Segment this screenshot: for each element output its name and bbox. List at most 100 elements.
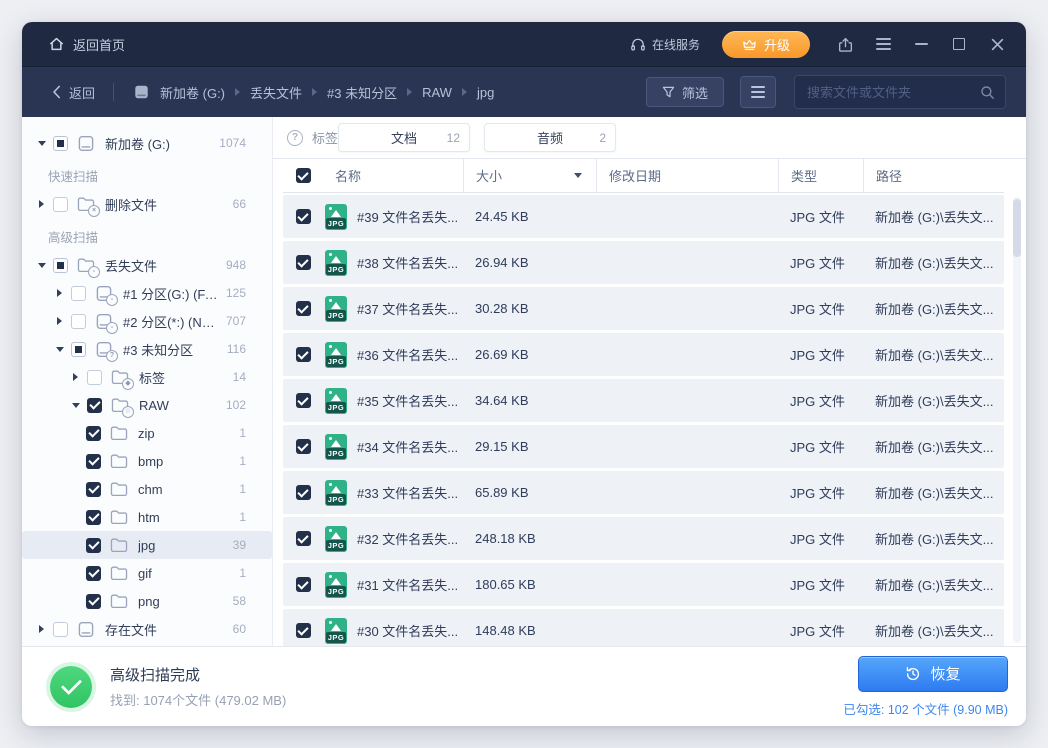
- tree-checkbox[interactable]: [87, 398, 102, 413]
- table-row[interactable]: JPG#35 文件名丢失... 34.64 KB JPG 文件 新加卷 (G:)…: [283, 379, 1004, 422]
- column-header-path[interactable]: 路径: [863, 159, 1004, 192]
- tree-checkbox[interactable]: [53, 136, 68, 151]
- tree-item-htm[interactable]: htm 1: [22, 503, 272, 531]
- column-header-modified[interactable]: 修改日期: [596, 159, 778, 192]
- column-header-type[interactable]: 类型: [778, 159, 863, 192]
- expand-arrow-icon[interactable]: [52, 289, 67, 297]
- tree-item-partition-3-unknown[interactable]: ? #3 未知分区 116: [22, 335, 272, 363]
- tree-checkbox[interactable]: [53, 258, 68, 273]
- expand-arrow-icon[interactable]: [34, 200, 49, 208]
- minimize-button[interactable]: [912, 35, 930, 53]
- recover-button[interactable]: 恢复: [858, 656, 1008, 692]
- tag-chip-docs[interactable]: 文档 12: [338, 123, 470, 152]
- select-all-checkbox[interactable]: [296, 168, 311, 183]
- row-checkbox[interactable]: [296, 485, 311, 500]
- tree-checkbox[interactable]: [86, 482, 101, 497]
- row-checkbox[interactable]: [296, 577, 311, 592]
- app-window: 返回首页 在线服务: [22, 22, 1026, 726]
- expand-arrow-icon[interactable]: [34, 263, 49, 268]
- table-row[interactable]: JPG#30 文件名丢失... 148.48 KB JPG 文件 新加卷 (G:…: [283, 609, 1004, 646]
- expand-arrow-icon[interactable]: [34, 141, 49, 146]
- expand-arrow-icon[interactable]: [34, 625, 49, 633]
- table-row[interactable]: JPG#38 文件名丢失... 26.94 KB JPG 文件 新加卷 (G:)…: [283, 241, 1004, 284]
- tree-item-partition-1[interactable]: - #1 分区(G:) (FAT) 125: [22, 279, 272, 307]
- tree-item-jpg[interactable]: jpg 39: [22, 531, 272, 559]
- row-checkbox[interactable]: [296, 347, 311, 362]
- column-header-name[interactable]: 名称: [323, 159, 463, 192]
- breadcrumb-item[interactable]: #3 未知分区: [327, 83, 397, 102]
- table-row[interactable]: JPG#32 文件名丢失... 248.18 KB JPG 文件 新加卷 (G:…: [283, 517, 1004, 560]
- tree-item-tags[interactable]: ◆ 标签 14: [22, 363, 272, 391]
- tree-item-gif[interactable]: gif 1: [22, 559, 272, 587]
- breadcrumb-item[interactable]: 新加卷 (G:): [160, 83, 225, 102]
- tree-item-lost-files[interactable]: - 丢失文件 948: [22, 251, 272, 279]
- share-upload-icon[interactable]: [836, 35, 854, 53]
- scrollbar-thumb[interactable]: [1013, 199, 1021, 257]
- help-icon[interactable]: [287, 130, 303, 146]
- tree-checkbox[interactable]: [86, 594, 101, 609]
- search-input[interactable]: [805, 84, 980, 101]
- tag-chip-audio[interactable]: 音频 2: [484, 123, 616, 152]
- row-checkbox[interactable]: [296, 301, 311, 316]
- tree-checkbox[interactable]: [87, 370, 102, 385]
- tree-item-deleted-files[interactable]: × 删除文件 66: [22, 190, 272, 218]
- filter-button[interactable]: 筛选: [646, 77, 724, 107]
- row-checkbox[interactable]: [296, 531, 311, 546]
- expand-arrow-icon[interactable]: [68, 403, 83, 408]
- table-row[interactable]: JPG#31 文件名丢失... 180.65 KB JPG 文件 新加卷 (G:…: [283, 563, 1004, 606]
- maximize-button[interactable]: [950, 35, 968, 53]
- tree-checkbox[interactable]: [86, 426, 101, 441]
- tree-item-bmp[interactable]: bmp 1: [22, 447, 272, 475]
- row-checkbox[interactable]: [296, 439, 311, 454]
- table-row[interactable]: JPG#36 文件名丢失... 26.69 KB JPG 文件 新加卷 (G:)…: [283, 333, 1004, 376]
- column-header-size[interactable]: 大小: [463, 159, 596, 192]
- view-list-button[interactable]: [740, 76, 776, 108]
- scrollbar-track[interactable]: [1013, 197, 1021, 643]
- folder-icon: [109, 509, 129, 526]
- row-checkbox[interactable]: [296, 623, 311, 638]
- tree-item-partition-2[interactable]: - #2 分区(*:) (NTF... 707: [22, 307, 272, 335]
- tree-checkbox[interactable]: [86, 510, 101, 525]
- online-service-label: 在线服务: [652, 36, 700, 53]
- upgrade-button[interactable]: 升级: [722, 31, 810, 58]
- tree-checkbox[interactable]: [86, 566, 101, 581]
- table-row[interactable]: JPG#33 文件名丢失... 65.89 KB JPG 文件 新加卷 (G:)…: [283, 471, 1004, 514]
- scan-status-text: 高级扫描完成: [110, 664, 286, 685]
- tree-checkbox[interactable]: [71, 314, 86, 329]
- table-row[interactable]: JPG#37 文件名丢失... 30.28 KB JPG 文件 新加卷 (G:)…: [283, 287, 1004, 330]
- tree-item-volume-g[interactable]: 新加卷 (G:) 1074: [22, 129, 272, 157]
- home-button[interactable]: 返回首页: [48, 35, 125, 54]
- tree-item-existing-files[interactable]: 存在文件 60: [22, 615, 272, 643]
- menu-icon[interactable]: [874, 35, 892, 53]
- online-service-button[interactable]: 在线服务: [630, 36, 700, 53]
- tree-checkbox[interactable]: [86, 454, 101, 469]
- tree-checkbox[interactable]: [53, 197, 68, 212]
- jpg-file-icon: JPG: [325, 388, 347, 414]
- table-row[interactable]: JPG#34 文件名丢失... 29.15 KB JPG 文件 新加卷 (G:)…: [283, 425, 1004, 468]
- tree-item-png[interactable]: png 58: [22, 587, 272, 615]
- tree-item-raw[interactable]: ☆ RAW 102: [22, 391, 272, 419]
- tree-item-zip[interactable]: zip 1: [22, 419, 272, 447]
- tree-checkbox[interactable]: [53, 622, 68, 637]
- expand-arrow-icon[interactable]: [68, 373, 83, 381]
- table-row[interactable]: JPG#39 文件名丢失... 24.45 KB JPG 文件 新加卷 (G:)…: [283, 195, 1004, 238]
- tree-item-chm[interactable]: chm 1: [22, 475, 272, 503]
- breadcrumb-item[interactable]: RAW: [422, 85, 452, 100]
- tree-checkbox[interactable]: [71, 286, 86, 301]
- found-info-text: 找到: 1074个文件 (479.02 MB): [110, 690, 286, 709]
- row-checkbox[interactable]: [296, 255, 311, 270]
- expand-arrow-icon[interactable]: [52, 317, 67, 325]
- headset-icon: [630, 37, 646, 52]
- close-button[interactable]: [988, 35, 1006, 53]
- breadcrumb-item-current[interactable]: jpg: [477, 85, 494, 100]
- row-checkbox[interactable]: [296, 393, 311, 408]
- tree-checkbox[interactable]: [71, 342, 86, 357]
- tree-checkbox[interactable]: [86, 538, 101, 553]
- breadcrumb-item[interactable]: 丢失文件: [250, 83, 302, 102]
- divider: [113, 83, 114, 101]
- expand-arrow-icon[interactable]: [52, 347, 67, 352]
- folder-tag-icon: ◆: [110, 369, 130, 386]
- back-button[interactable]: 返回: [52, 83, 95, 102]
- row-checkbox[interactable]: [296, 209, 311, 224]
- search-icon[interactable]: [980, 85, 995, 100]
